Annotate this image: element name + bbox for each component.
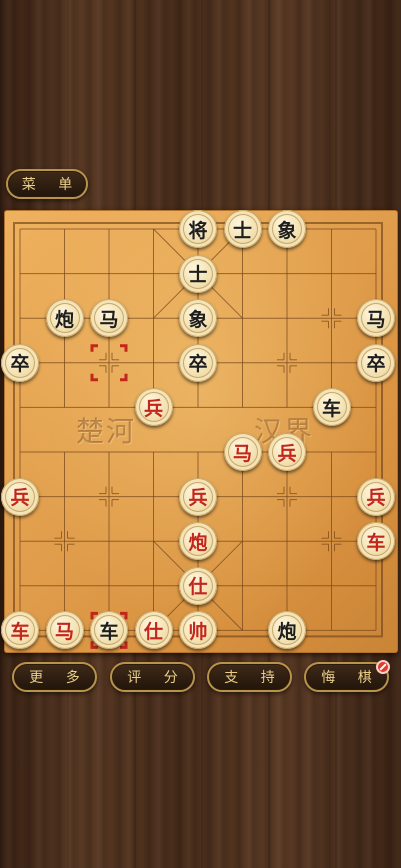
red-piece[interactable]: 炮 — [179, 522, 217, 561]
red-piece[interactable]: 车 — [357, 522, 395, 561]
menu-button[interactable]: 菜 单 — [6, 169, 88, 199]
black-piece[interactable]: 马 — [90, 299, 128, 338]
red-piece[interactable]: 马 — [223, 433, 262, 471]
black-piece[interactable]: 象 — [179, 299, 217, 338]
last-move-marker — [90, 373, 98, 382]
more-button[interactable]: 更 多 — [12, 662, 97, 692]
black-piece[interactable]: 卒 — [179, 343, 217, 382]
last-move-marker — [120, 373, 128, 382]
red-piece[interactable]: 兵 — [134, 388, 173, 427]
red-piece[interactable]: 仕 — [179, 566, 217, 605]
red-piece[interactable]: 兵 — [268, 433, 306, 471]
black-piece[interactable]: 马 — [357, 299, 395, 338]
support-button[interactable]: 支 持 — [207, 662, 292, 692]
red-piece[interactable]: 兵 — [357, 477, 395, 516]
black-piece[interactable]: 象 — [268, 210, 306, 248]
black-piece[interactable]: 炮 — [45, 299, 84, 338]
river-left-text: 楚河 — [76, 415, 137, 448]
black-piece[interactable]: 士 — [179, 254, 217, 293]
black-piece[interactable]: 卒 — [1, 343, 39, 382]
black-piece[interactable]: 车 — [312, 388, 351, 427]
black-piece[interactable]: 将 — [179, 210, 217, 248]
red-piece[interactable]: 兵 — [179, 477, 217, 516]
score-button[interactable]: 评 分 — [110, 662, 195, 692]
no-entry-icon — [376, 660, 390, 674]
black-piece[interactable]: 卒 — [357, 343, 395, 382]
red-piece[interactable]: 兵 — [1, 477, 39, 516]
red-piece[interactable]: 马 — [45, 611, 84, 650]
last-move-marker — [90, 344, 98, 352]
red-piece[interactable]: 仕 — [134, 611, 173, 650]
last-move-marker — [120, 344, 128, 352]
black-piece[interactable]: 士 — [223, 210, 262, 248]
